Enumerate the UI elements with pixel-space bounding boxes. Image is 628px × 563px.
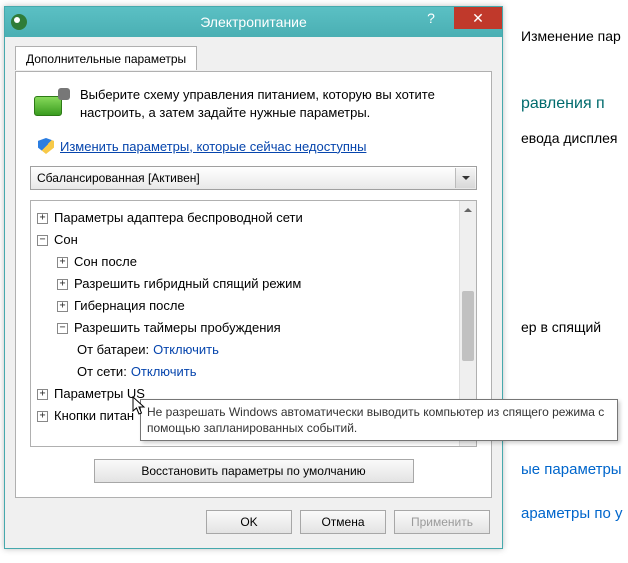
bg-link-default-params[interactable]: араметры по у (521, 505, 622, 522)
tooltip: Не разрешать Windows автоматически вывод… (140, 399, 618, 441)
ok-button[interactable]: OK (206, 510, 292, 534)
bg-text-sleep: ер в спящий (521, 319, 601, 335)
dialog-footer: OK Отмена Применить (5, 498, 502, 548)
plus-icon[interactable]: + (37, 213, 48, 224)
tree-node-sleep[interactable]: − Сон (37, 229, 459, 251)
tab-advanced-settings[interactable]: Дополнительные параметры (15, 46, 197, 70)
change-unavailable-settings-link[interactable]: Изменить параметры, которые сейчас недос… (60, 139, 366, 154)
plus-icon[interactable]: + (37, 411, 48, 422)
bg-text-change-params: Изменение пар (521, 28, 621, 44)
tab-row: Дополнительные параметры (15, 45, 492, 71)
chevron-down-icon[interactable] (455, 168, 475, 188)
cancel-button[interactable]: Отмена (300, 510, 386, 534)
bg-text-display: евода дисплея (521, 130, 618, 146)
apply-button[interactable]: Применить (394, 510, 490, 534)
titlebar[interactable]: Электропитание ? ✕ (5, 7, 502, 37)
tree-node-wake-timers[interactable]: − Разрешить таймеры пробуждения (37, 317, 459, 339)
restore-defaults-button[interactable]: Восстановить параметры по умолчанию (94, 459, 414, 483)
tree-node-hibernate-after[interactable]: + Гибернация после (37, 295, 459, 317)
bg-text-management: равления п (521, 95, 605, 113)
power-plan-combobox[interactable]: Сбалансированная [Активен] (30, 166, 477, 190)
close-button[interactable]: ✕ (454, 7, 502, 29)
power-options-dialog: Электропитание ? ✕ Дополнительные параме… (4, 6, 503, 549)
battery-icon (30, 86, 70, 122)
shield-icon (38, 138, 54, 154)
intro-text: Выберите схему управления питанием, кото… (80, 86, 477, 122)
scroll-thumb[interactable] (462, 291, 474, 361)
plus-icon[interactable]: + (57, 279, 68, 290)
scroll-up-icon[interactable] (460, 201, 476, 218)
tree-node-on-battery[interactable]: От батареи: Отключить (37, 339, 459, 361)
minus-icon[interactable]: − (57, 323, 68, 334)
plus-icon[interactable]: + (57, 301, 68, 312)
tree-node-wireless[interactable]: + Параметры адаптера беспроводной сети (37, 207, 459, 229)
bg-link-params[interactable]: ые параметры (521, 461, 622, 478)
on-battery-value[interactable]: Отключить (153, 339, 219, 361)
tree-node-on-ac[interactable]: От сети: Отключить (37, 361, 459, 383)
on-ac-value[interactable]: Отключить (131, 361, 197, 383)
tree-node-sleep-after[interactable]: + Сон после (37, 251, 459, 273)
minus-icon[interactable]: − (37, 235, 48, 246)
plus-icon[interactable]: + (37, 389, 48, 400)
power-plan-value: Сбалансированная [Активен] (37, 171, 200, 185)
help-button[interactable]: ? (408, 7, 454, 29)
power-icon (11, 14, 27, 30)
plus-icon[interactable]: + (57, 257, 68, 268)
tree-node-hybrid-sleep[interactable]: + Разрешить гибридный спящий режим (37, 273, 459, 295)
